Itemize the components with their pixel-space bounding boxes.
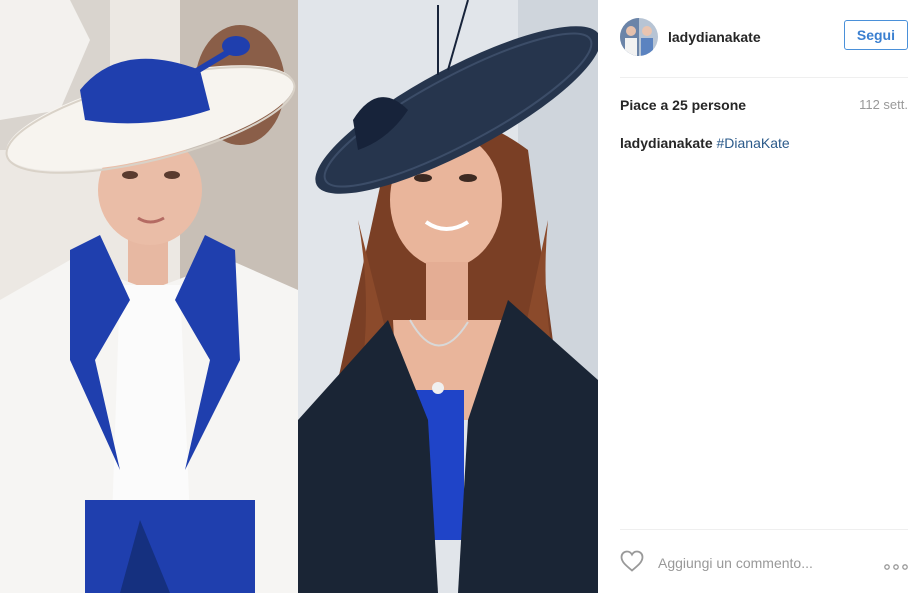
- comment-bar: [620, 548, 908, 578]
- instagram-post: ladydianakate Segui Piace a 25 persone 1…: [0, 0, 908, 593]
- post-side-panel: ladydianakate Segui Piace a 25 persone 1…: [598, 0, 908, 593]
- post-photo-left: [0, 0, 298, 593]
- post-photo-right: [298, 0, 598, 593]
- post-caption: ladydianakate #DianaKate: [620, 135, 908, 151]
- heart-icon[interactable]: [620, 550, 644, 577]
- post-media[interactable]: [0, 0, 598, 593]
- header-divider: [620, 77, 908, 78]
- post-age[interactable]: 112 sett.: [859, 97, 908, 113]
- post-username[interactable]: ladydianakate: [668, 29, 761, 45]
- footer-divider: [620, 529, 908, 530]
- likes-count[interactable]: Piace a 25 persone: [620, 97, 746, 113]
- caption-username[interactable]: ladydianakate: [620, 135, 713, 151]
- comment-input[interactable]: [656, 554, 860, 572]
- avatar[interactable]: [620, 18, 658, 56]
- more-options-icon[interactable]: [884, 557, 908, 575]
- follow-button[interactable]: Segui: [843, 20, 908, 50]
- post-header: ladydianakate Segui: [620, 16, 908, 58]
- caption-hashtag[interactable]: #DianaKate: [717, 135, 790, 151]
- likes-row: Piace a 25 persone 112 sett.: [620, 97, 908, 113]
